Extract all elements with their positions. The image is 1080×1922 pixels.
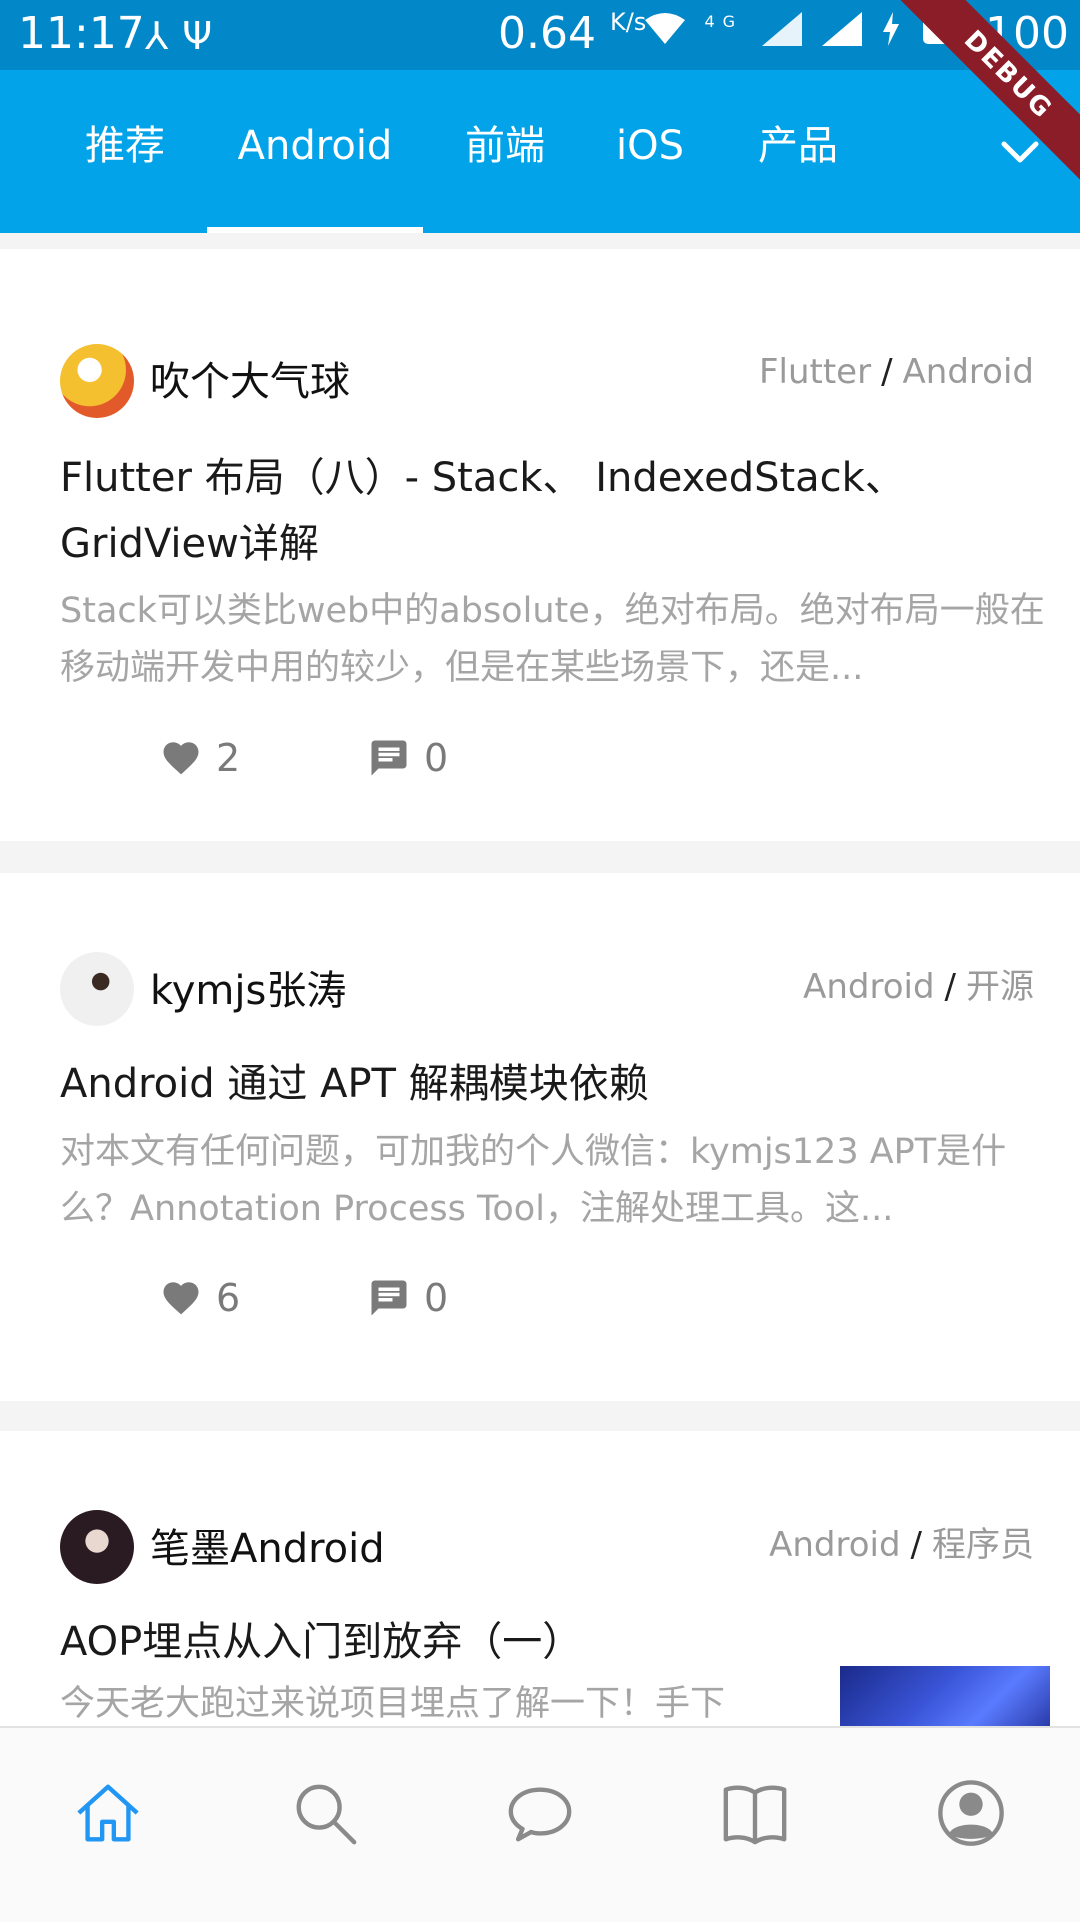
tab-android[interactable]: Android (207, 70, 423, 233)
article-summary: 今天老大跑过来说项目埋点了解一下！手下 (60, 1684, 726, 1724)
profile-icon (938, 1780, 1004, 1846)
article-card[interactable]: 笔墨Android Android / 程序员 AOP埋点从入门到放弃（一） 今天老… (0, 1431, 1080, 1728)
home-icon (77, 1784, 139, 1842)
like-count-value: 6 (216, 1276, 241, 1320)
cell-signal-2-icon (821, 12, 862, 46)
nav-messages[interactable] (505, 1778, 575, 1848)
like-count[interactable]: 2 (160, 736, 240, 780)
search-icon (296, 1784, 357, 1845)
status-notification-icons: ⅄Ψ (145, 14, 226, 58)
nav-profile[interactable] (936, 1778, 1006, 1848)
message-icon (508, 1787, 572, 1842)
tag[interactable]: Android (803, 967, 934, 1007)
article-thumbnail[interactable] (840, 1666, 1050, 1728)
comment-count-value: 0 (424, 1276, 449, 1320)
article-tags: Flutter / Android (759, 352, 1034, 392)
status-time: 11:17 (18, 8, 145, 59)
comment-icon (371, 740, 407, 776)
article-tags: Android / 开源 (803, 959, 1034, 1008)
article-title[interactable]: Android 通过 APT 解耦模块依赖 (60, 1051, 1000, 1117)
article-summary: 对本文有任何问题，可加我的个人微信：kymjs123 APT是什么？Annota… (60, 1132, 1007, 1229)
tag[interactable]: 程序员 (932, 1525, 1034, 1565)
tab-recommend[interactable]: 推荐 (70, 70, 180, 233)
network-speed: 0.64 K/s (498, 8, 646, 59)
heart-icon (163, 1282, 199, 1315)
tag[interactable]: 开源 (966, 967, 1034, 1007)
nav-books[interactable] (720, 1778, 790, 1848)
tag[interactable]: Flutter (759, 352, 871, 392)
wifi-icon (645, 13, 685, 44)
author-name[interactable]: kymjs张涛 (150, 958, 346, 1016)
comment-count[interactable]: 0 (368, 1276, 448, 1320)
usb-debug-icon: ⅄ (145, 14, 183, 58)
like-count[interactable]: 6 (160, 1276, 240, 1320)
article-tags: Android / 程序员 (769, 1517, 1034, 1566)
bottom-navigation (0, 1726, 1080, 1922)
article-title[interactable]: AOP埋点从入门到放弃（一） (60, 1609, 820, 1675)
avatar[interactable] (60, 952, 134, 1026)
nav-search[interactable] (290, 1778, 360, 1848)
tab-frontend[interactable]: 前端 (450, 70, 560, 233)
author-name[interactable]: 吹个大气球 (150, 349, 350, 407)
article-feed[interactable]: 吹个大气球 Flutter / Android Flutter 布局（八）- Sta… (0, 233, 1080, 1728)
network-speed-value: 0.64 (498, 8, 596, 59)
tag[interactable]: Android (903, 352, 1034, 392)
article-card[interactable]: 吹个大气球 Flutter / Android Flutter 布局（八）- Sta… (0, 249, 1080, 841)
heart-icon (163, 742, 199, 775)
category-tab-bar: 推荐 Android 前端 iOS 产品 (0, 70, 1080, 233)
network-type-icon: 4G (704, 12, 744, 31)
comment-count[interactable]: 0 (368, 736, 448, 780)
avatar[interactable] (60, 344, 134, 418)
author-name[interactable]: 笔墨Android (150, 1516, 385, 1574)
tag-separator: / (910, 1525, 922, 1565)
article-summary: Stack可以类比web中的absolute，绝对布局。绝对布局一般在移动端开发… (60, 591, 1045, 688)
tab-product[interactable]: 产品 (743, 70, 853, 233)
tag-separator: / (944, 967, 956, 1007)
tag-separator: / (881, 352, 893, 392)
network-speed-unit: K/s (609, 8, 647, 36)
avatar[interactable] (60, 1510, 134, 1584)
usb-icon: Ψ (182, 14, 227, 58)
article-card[interactable]: kymjs张涛 Android / 开源 Android 通过 APT 解耦模块依赖… (0, 873, 1080, 1401)
comment-icon (371, 1280, 407, 1316)
tag[interactable]: Android (769, 1525, 900, 1565)
book-icon (723, 1785, 787, 1845)
nav-home[interactable] (73, 1778, 143, 1848)
like-count-value: 2 (216, 736, 241, 780)
tab-ios[interactable]: iOS (600, 70, 700, 233)
comment-count-value: 0 (424, 736, 449, 780)
charging-icon (883, 12, 900, 46)
article-title[interactable]: Flutter 布局（八）- Stack、 IndexedStack、GridV… (60, 445, 1000, 577)
cell-signal-icon (762, 12, 803, 46)
